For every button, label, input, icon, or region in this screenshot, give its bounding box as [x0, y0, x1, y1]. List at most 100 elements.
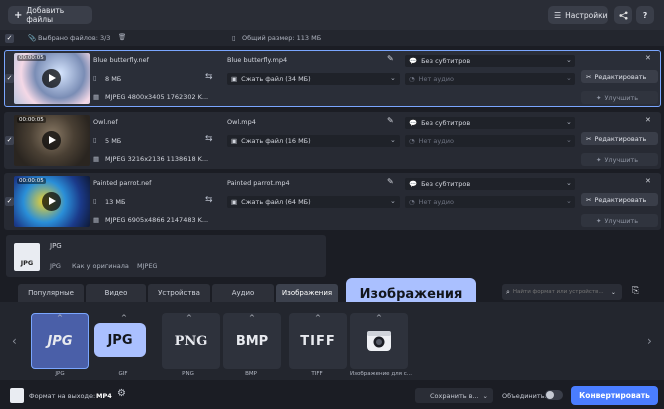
play-icon[interactable] [42, 192, 61, 211]
tab-popular[interactable]: Популярные [18, 284, 84, 302]
magic-icon: ✦ [596, 155, 602, 164]
file-thumbnail[interactable]: 00:00:05 [14, 53, 90, 104]
pencil-icon[interactable]: ✎ [387, 116, 394, 125]
play-icon[interactable] [42, 69, 61, 88]
preset-detail: JPG [50, 262, 61, 270]
audio-dropdown[interactable]: ◔ Нет аудио [405, 73, 575, 85]
subtitles-dropdown[interactable]: 💬 Без субтитров [405, 117, 575, 129]
convert-button[interactable]: Конвертировать [571, 386, 658, 405]
enhance-button[interactable]: ✦ Улучшить [581, 214, 658, 227]
format-label: JPG [55, 371, 65, 377]
subtitles-dropdown[interactable]: 💬 Без субтитров [405, 178, 575, 190]
file-thumbnail[interactable]: 00:00:05 [14, 115, 90, 166]
tab-images[interactable]: Изображения [276, 284, 338, 302]
preset-title: JPG [50, 242, 62, 250]
merge-toggle[interactable] [545, 390, 563, 400]
format-label: Изображение для с... [350, 371, 412, 377]
audio-icon: ◔ [409, 137, 415, 145]
caret-up-icon: ^ [249, 314, 255, 322]
pencil-icon[interactable]: ✎ [387, 177, 394, 186]
format-search[interactable]: ⌕ ⌄ [502, 284, 622, 300]
output-format-icon [10, 388, 24, 403]
trash-icon[interactable]: 🗑 [118, 33, 126, 41]
chevron-down-icon: ⌄ [390, 74, 396, 82]
add-files-button[interactable]: + Добавить файлы [8, 6, 92, 24]
file-name: Owl.nef [93, 118, 118, 126]
file-checkbox[interactable]: ✓ [5, 197, 14, 206]
chevron-down-icon: ⌄ [566, 179, 572, 187]
chevron-down-icon: ⌄ [482, 391, 488, 400]
paperclip-icon: 📎 [28, 34, 37, 42]
play-icon[interactable] [42, 131, 61, 150]
close-icon[interactable]: ✕ [645, 116, 651, 124]
magic-icon: ✦ [596, 216, 602, 225]
chevron-left-icon[interactable]: ‹ [12, 334, 17, 348]
merge-label: Объединить: [502, 392, 547, 400]
tab-video[interactable]: Видео [86, 284, 146, 302]
enhance-button[interactable]: ✦ Улучшить [581, 153, 658, 166]
caret-up-icon: ^ [315, 314, 321, 322]
tools-icon: ✂ [586, 72, 592, 81]
share-button[interactable] [614, 6, 632, 24]
help-button[interactable]: ? [636, 6, 654, 24]
file-size: 5 МБ [105, 137, 122, 145]
compress-dropdown[interactable]: ▣ Сжать файл (16 МБ) [227, 135, 400, 147]
close-icon[interactable]: ✕ [645, 54, 651, 62]
help-icon: ? [642, 10, 648, 20]
magic-icon: ✦ [596, 93, 602, 102]
edit-button[interactable]: ✂ Редактировать [581, 70, 658, 83]
chevron-right-icon[interactable]: › [647, 334, 652, 348]
duration-badge: 00:00:05 [17, 117, 46, 123]
compress-dropdown[interactable]: ▣ Сжать файл (64 МБ) [227, 196, 400, 208]
subtitles-dropdown[interactable]: 💬 Без субтитров [405, 55, 575, 67]
edit-button[interactable]: ✂ Редактировать [581, 132, 658, 145]
tab-audio[interactable]: Аудио [212, 284, 274, 302]
gear-icon[interactable]: ⚙ [117, 388, 126, 399]
toggle-knob [546, 391, 554, 399]
compress-icon: ▣ [231, 75, 238, 83]
file-name: Blue butterfly.nef [93, 56, 149, 64]
output-name: Owl.mp4 [227, 118, 256, 126]
close-icon[interactable]: ✕ [645, 177, 651, 185]
chevron-down-icon: ⌄ [566, 74, 572, 82]
chevron-down-icon: ⌄ [566, 118, 572, 126]
enhance-button[interactable]: ✦ Улучшить [581, 91, 658, 104]
output-name: Blue butterfly.mp4 [227, 56, 288, 64]
audio-dropdown[interactable]: ◔ Нет аудио [405, 135, 575, 147]
chevron-down-icon: ⌄ [566, 197, 572, 205]
pencil-icon[interactable]: ✎ [387, 54, 394, 63]
chevron-down-icon: ⌄ [566, 136, 572, 144]
collapse-icon[interactable]: ⎘ [632, 286, 639, 296]
format-label: BMP [245, 371, 257, 377]
select-all-checkbox[interactable]: ✓ [5, 34, 14, 43]
audio-dropdown[interactable]: ◔ Нет аудио [405, 196, 575, 208]
file-thumbnail[interactable]: 00:00:05 [14, 176, 90, 227]
caret-up-icon: ^ [376, 314, 382, 322]
preset-detail: Как у оригинала [72, 262, 129, 270]
preset-detail: MJPEG [137, 262, 158, 270]
film-icon: ▦ [93, 216, 100, 224]
subtitles-icon: 💬 [409, 119, 418, 127]
output-preset-card: JPG JPG JPG Как у оригинала MJPEG [6, 235, 326, 277]
caret-up-icon: ^ [121, 314, 127, 322]
file-checkbox[interactable]: ✓ [5, 74, 14, 83]
format-search-input[interactable] [512, 289, 608, 295]
tab-devices[interactable]: Устройства [148, 284, 210, 302]
save-to-dropdown[interactable]: Сохранить в... ⌄ [415, 388, 493, 403]
convert-arrow-icon: ⇆ [205, 134, 213, 144]
tools-icon: ✂ [586, 134, 592, 143]
file-checkbox[interactable]: ✓ [5, 136, 14, 145]
total-size: Общий размер: 113 МБ [242, 34, 322, 42]
settings-button[interactable]: ☰ Настройки [548, 6, 608, 24]
edit-button[interactable]: ✂ Редактировать [581, 193, 658, 206]
compress-icon: ▣ [231, 137, 238, 145]
file-size: 8 МБ [105, 75, 122, 83]
compress-dropdown[interactable]: ▣ Сжать файл (34 МБ) [227, 73, 400, 85]
caret-up-icon: ^ [186, 314, 192, 322]
output-name: Painted parrot.mp4 [227, 179, 290, 187]
doc-icon: ▯ [93, 197, 97, 205]
output-format-label: Формат на выходе: [29, 392, 96, 400]
audio-icon: ◔ [409, 75, 415, 83]
format-label: PNG [182, 371, 194, 377]
doc-icon: ▯ [93, 136, 97, 144]
